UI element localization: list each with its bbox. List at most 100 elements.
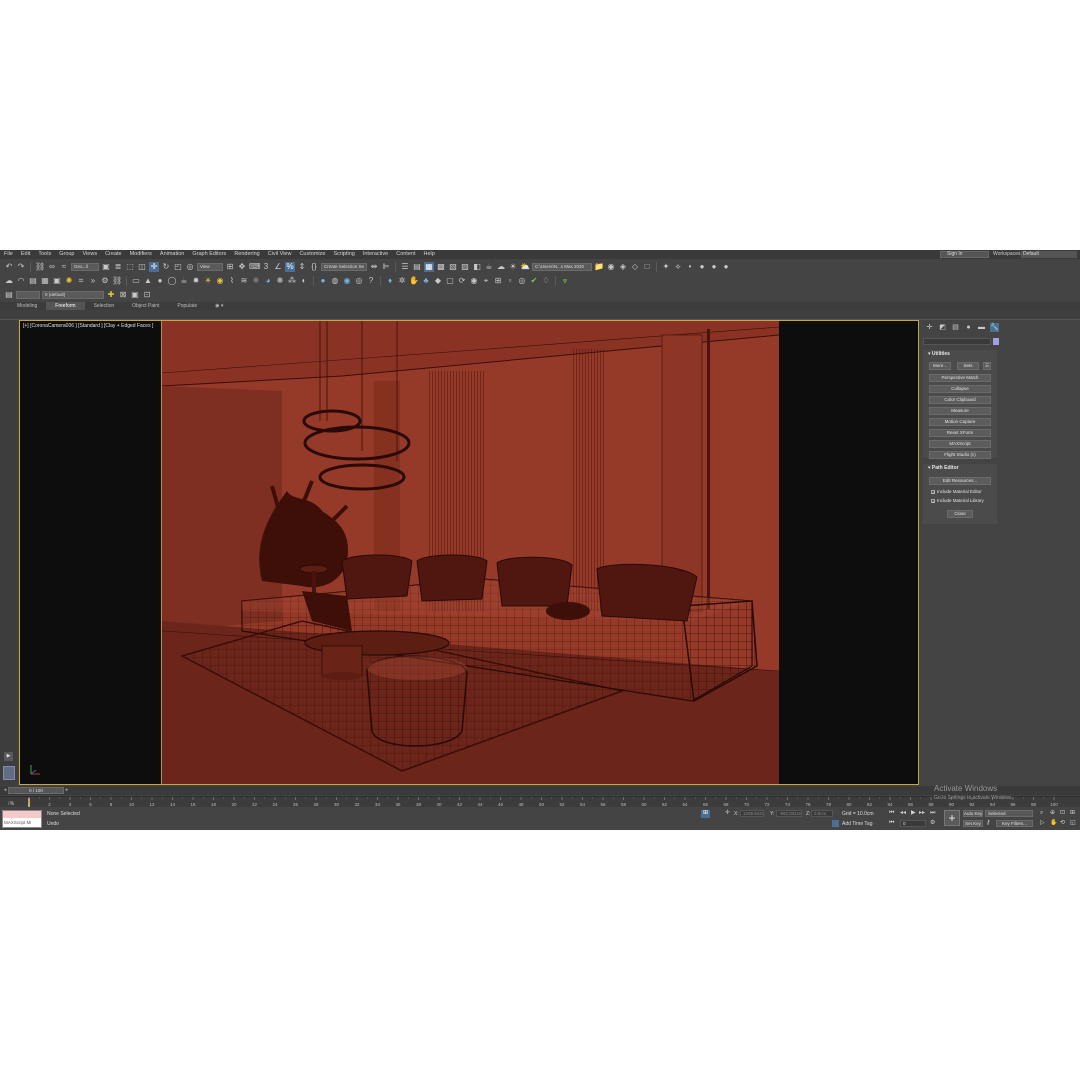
corona-proxy-icon[interactable]: ◎ bbox=[354, 276, 364, 286]
align-icon[interactable]: ⊫ bbox=[381, 262, 391, 272]
time-configuration-icon[interactable]: ⚙ bbox=[930, 820, 935, 827]
corona-interactive-icon[interactable]: ◈ bbox=[618, 262, 628, 272]
sphere-icon[interactable]: ● bbox=[155, 276, 165, 286]
cone-icon[interactable]: ▲ bbox=[143, 276, 153, 286]
object-color-swatch[interactable] bbox=[993, 338, 999, 345]
spinner-snap-icon[interactable]: ⇕ bbox=[297, 262, 307, 272]
create-tab-icon[interactable]: ✛ bbox=[925, 323, 934, 332]
motion-capture-button[interactable]: Motion Capture bbox=[929, 418, 991, 426]
layer-set-current-icon[interactable]: ▣ bbox=[130, 290, 140, 300]
select-and-scale-icon[interactable]: ◰ bbox=[173, 262, 183, 272]
tab-object-paint[interactable]: Object Paint bbox=[123, 302, 168, 310]
link-icon[interactable]: ⛓ bbox=[35, 262, 45, 272]
corona-render-icon[interactable]: ◉ bbox=[606, 262, 616, 272]
layer-manager-icon[interactable]: ▤ bbox=[4, 290, 14, 300]
menu-customize[interactable]: Customize bbox=[295, 250, 329, 259]
current-frame-field[interactable]: 0 bbox=[900, 820, 926, 827]
track-bar[interactable]: ⁝% 0 2 4 6 8 10 12 14 16 18 20 22 24 26 28 30 32 34 36 38 40… bbox=[0, 796, 1080, 807]
redo-icon[interactable]: ↷ bbox=[16, 262, 26, 272]
command-panel-name-field[interactable] bbox=[923, 338, 991, 345]
sun-icon[interactable]: ☀ bbox=[203, 276, 213, 286]
cloud-create-icon[interactable]: ☁ bbox=[4, 276, 14, 286]
plugin-circle2-icon[interactable]: ● bbox=[709, 262, 719, 272]
page-icon[interactable]: ▤ bbox=[28, 276, 38, 286]
orbit-icon[interactable]: ⟲ bbox=[1060, 820, 1065, 827]
layer-explorer-icon[interactable]: ☰ bbox=[400, 262, 410, 272]
auto-key-button[interactable]: Auto Key bbox=[963, 810, 983, 817]
corona-sun-icon[interactable]: ◉ bbox=[342, 276, 352, 286]
reference-coordinate-dropdown[interactable]: View bbox=[197, 262, 223, 271]
corona-vfb-icon[interactable]: □ bbox=[642, 262, 652, 272]
tag-icon[interactable]: ⌗ bbox=[76, 276, 86, 286]
pin-icon[interactable]: ♦ bbox=[385, 276, 395, 286]
menu-rendering[interactable]: Rendering bbox=[230, 250, 263, 259]
eye-icon[interactable]: ◎ bbox=[517, 276, 527, 286]
render-activeshade-icon[interactable]: ☀ bbox=[508, 262, 518, 272]
scatter-icon[interactable]: ⁂ bbox=[287, 276, 297, 286]
display-tab-icon[interactable]: ▬ bbox=[977, 323, 986, 332]
tab-freeform[interactable]: Freeform bbox=[46, 302, 85, 310]
corona-converter-icon[interactable]: ◇ bbox=[630, 262, 640, 272]
menu-views[interactable]: Views bbox=[79, 250, 102, 259]
collapse-button[interactable]: Collapse bbox=[929, 385, 991, 393]
select-and-place-icon[interactable]: ◎ bbox=[185, 262, 195, 272]
edit-named-selection-icon[interactable]: {} bbox=[309, 262, 319, 272]
ribbon-options-icon[interactable]: ◉ ▾ bbox=[206, 302, 232, 310]
layer-dropdown[interactable]: 0 (default) bbox=[42, 290, 104, 299]
undo-icon[interactable]: ↶ bbox=[4, 262, 14, 272]
pan-icon[interactable]: ✋ bbox=[1050, 820, 1057, 827]
edit-resources-button[interactable]: Edit Resources... bbox=[929, 477, 991, 485]
key-icon[interactable]: ⚷ bbox=[986, 820, 990, 827]
scene-explorer-icon[interactable]: ▤ bbox=[412, 262, 422, 272]
include-material-library-checkbox[interactable]: ✓ Include Material Library bbox=[931, 498, 984, 503]
layer-visibility-dropdown[interactable] bbox=[16, 290, 40, 299]
render-cloud-icon[interactable]: ⛅ bbox=[520, 262, 530, 272]
lightbulb-icon[interactable]: ♢ bbox=[541, 276, 551, 286]
selection-filter-dropdown[interactable]: Geo...ll bbox=[71, 262, 99, 271]
water-icon[interactable]: ◕ bbox=[263, 276, 273, 286]
particle-icon[interactable]: ❋ bbox=[275, 276, 285, 286]
isolate-selection-icon[interactable]: ⊞ bbox=[701, 810, 710, 818]
absolute-mode-icon[interactable]: ✛ bbox=[725, 810, 730, 817]
menu-edit[interactable]: Edit bbox=[17, 250, 34, 259]
torus-icon[interactable]: ◯ bbox=[167, 276, 177, 286]
utilities-tab-icon[interactable]: 🔧 bbox=[990, 323, 999, 332]
shape-create-icon[interactable]: ◠ bbox=[16, 276, 26, 286]
play-animation-icon[interactable]: ▶ bbox=[911, 810, 916, 817]
chevron-right-icon[interactable]: ▸ bbox=[64, 787, 70, 794]
unlink-icon[interactable]: ∞ bbox=[47, 262, 57, 272]
select-and-move-icon[interactable]: ✛ bbox=[149, 261, 159, 272]
menu-tools[interactable]: Tools bbox=[34, 250, 55, 259]
menu-interactive[interactable]: Interactive bbox=[359, 250, 392, 259]
plugin-circle-icon[interactable]: ● bbox=[697, 262, 707, 272]
viewport-label[interactable]: [+] [CoronaCamera006 ] [Standard ] [Clay… bbox=[23, 323, 153, 329]
corona-help-icon[interactable]: ? bbox=[366, 276, 376, 286]
focus-icon[interactable]: ◉ bbox=[469, 276, 479, 286]
tab-populate[interactable]: Populate bbox=[168, 302, 206, 310]
set-key-big-icon[interactable]: + bbox=[944, 810, 960, 826]
hand-icon[interactable]: ✋ bbox=[409, 276, 419, 286]
layer-select-icon[interactable]: ⊠ bbox=[118, 290, 128, 300]
render-setup-icon[interactable]: ▨ bbox=[460, 262, 470, 272]
angle-snap-icon[interactable]: ∠ bbox=[273, 262, 283, 272]
field-of-view-icon[interactable]: ▷ bbox=[1040, 820, 1045, 827]
sync-icon[interactable]: ⟳ bbox=[457, 276, 467, 286]
project-path-dropdown[interactable]: C:\Users\N...s Max 2020 bbox=[532, 262, 592, 271]
cube-icon[interactable]: ▢ bbox=[445, 276, 455, 286]
menu-create[interactable]: Create bbox=[101, 250, 126, 259]
time-tag-icon[interactable] bbox=[832, 820, 839, 827]
time-slider-thumb[interactable]: 0 / 100 bbox=[8, 787, 64, 794]
check-icon[interactable]: ✔ bbox=[529, 276, 539, 286]
paint-icon[interactable]: ◐ bbox=[299, 276, 309, 286]
named-selection-dropdown[interactable]: Create Selection Se bbox=[321, 262, 367, 271]
rectangular-selection-icon[interactable]: ⬚ bbox=[125, 262, 135, 272]
color-clipboard-button[interactable]: Color Clipboard bbox=[929, 396, 991, 404]
frame-icon[interactable]: ▣ bbox=[52, 276, 62, 286]
menu-modifiers[interactable]: Modifiers bbox=[126, 250, 156, 259]
set-key-button[interactable]: Set Key bbox=[963, 820, 983, 827]
spacewarp-icon[interactable]: ≋ bbox=[239, 276, 249, 286]
configure-button-sets-icon[interactable]: ☰ bbox=[983, 362, 991, 370]
add-layer-icon[interactable]: ✚ bbox=[106, 290, 116, 300]
grid2-icon[interactable]: ⊞ bbox=[493, 276, 503, 286]
go-to-end-icon[interactable]: ⏭ bbox=[930, 810, 935, 817]
